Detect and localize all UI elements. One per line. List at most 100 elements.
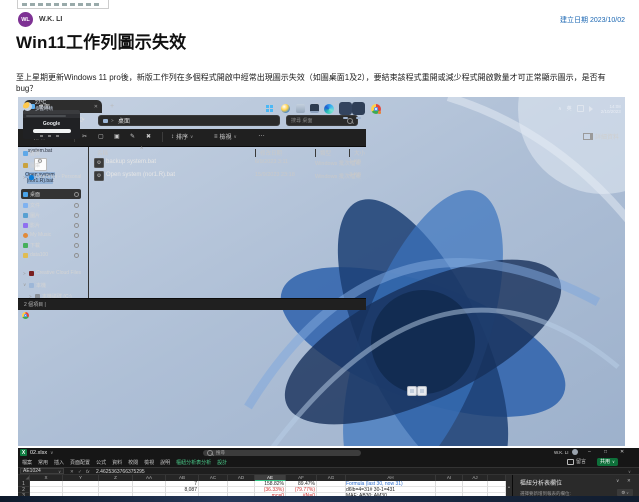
column-header-size[interactable]: 大小 xyxy=(349,149,365,157)
tab-pivottable-analyze[interactable]: 樞紐分析表分析 xyxy=(176,459,211,466)
view-button[interactable]: ≡ 檢視 ∨ xyxy=(214,132,238,142)
blank-app-icon[interactable] xyxy=(352,102,365,115)
tab-formulas[interactable]: 公式 xyxy=(96,459,106,466)
column-header-type[interactable]: 類型 xyxy=(315,149,331,157)
task-view-button[interactable] xyxy=(294,102,307,115)
excel-search-box[interactable]: 搜尋 xyxy=(203,449,361,456)
post-author[interactable]: W.K. LI xyxy=(39,16,62,23)
desktop-icon xyxy=(23,191,28,197)
comments-button[interactable]: 留言 xyxy=(567,458,586,465)
close-button[interactable]: ✕ xyxy=(620,449,624,455)
workbook-name[interactable]: 02.xlsx xyxy=(30,450,47,456)
sidebar-item-my-music[interactable]: My Music xyxy=(21,230,81,240)
file-explorer-button[interactable] xyxy=(308,102,321,115)
screenshot-excel-2[interactable]: X 02.xlsx ∨ 搜尋 W.K. LI – □ ✕ 檔案 常用 插入 頁面… xyxy=(18,448,639,502)
network-icon[interactable] xyxy=(576,105,584,112)
search-button[interactable] xyxy=(279,102,292,115)
cancel-icon[interactable]: ✕ xyxy=(70,469,74,475)
enter-icon[interactable]: ✓ xyxy=(78,469,82,475)
excel-icon: X xyxy=(20,449,27,456)
page-title: Win11工作列圖示失效 xyxy=(16,33,187,52)
fx-icon[interactable]: fx xyxy=(86,469,90,474)
sort-button[interactable]: ↕ 排序 ∨ xyxy=(171,132,194,142)
chevron-right-icon: > xyxy=(111,118,114,123)
more-options-button[interactable]: … xyxy=(258,131,265,138)
blank-app-icon[interactable] xyxy=(339,102,352,115)
excel-titlebar-left: X 02.xlsx ∨ xyxy=(20,449,53,456)
sidebar-item-data100[interactable]: data100 xyxy=(21,250,81,260)
bottom-clipped-strip xyxy=(0,496,639,502)
sidebar-item-this-pc[interactable]: ∨ 本機 xyxy=(21,280,81,290)
tab-help[interactable]: 說明 xyxy=(160,459,170,466)
sidebar-item-desktop[interactable]: 桌面 xyxy=(21,189,81,199)
screenshot-desktop-1[interactable]: ♻ 資源回收筒 ⚙ backup system.bat ⚙ Open syste… xyxy=(18,97,625,446)
tab-insert[interactable]: 插入 xyxy=(54,459,64,466)
sidebar-item-onedrive[interactable]: > OneDrive - Personal xyxy=(21,172,81,182)
panel-collapse-icon[interactable]: ∨ xyxy=(616,478,619,484)
cut-icon[interactable]: ✂ xyxy=(82,133,87,140)
minimize-button[interactable]: – xyxy=(588,449,591,455)
account-name[interactable]: W.K. LI xyxy=(554,450,569,455)
avatar[interactable]: WL xyxy=(18,12,33,27)
name-box[interactable]: AE1024 ∨ xyxy=(20,468,64,474)
tab-data[interactable]: 資料 xyxy=(112,459,122,466)
table-row[interactable]: ⚙ backup system.bat 6/9/2023 3:11 Window… xyxy=(94,157,362,169)
rename-icon[interactable]: ✎ xyxy=(130,133,135,140)
scroll-up-icon[interactable]: ▲ xyxy=(507,485,510,489)
sidebar-item-videos[interactable]: 影片 xyxy=(21,220,81,230)
sidebar-item-downloads[interactable]: 下載 xyxy=(21,240,81,250)
maximize-button[interactable]: □ xyxy=(604,449,607,455)
running-indicator xyxy=(356,116,361,119)
chevron-down-icon: ∨ xyxy=(58,468,61,474)
column-header-date[interactable]: 修改日期 xyxy=(255,149,282,157)
pin-icon xyxy=(74,213,79,218)
home-icon xyxy=(23,150,28,156)
column-header-name[interactable]: 名稱 xyxy=(97,149,108,157)
edge-button[interactable] xyxy=(322,102,335,115)
sidebar-item-home[interactable]: 首頁 xyxy=(21,148,81,158)
sidebar-item-documents[interactable]: 文件 xyxy=(21,200,81,210)
chrome-button[interactable] xyxy=(369,102,382,115)
tab-design[interactable]: 設計 xyxy=(217,459,227,466)
address-bar[interactable]: > 桌面 xyxy=(98,115,280,126)
start-button[interactable] xyxy=(263,102,276,115)
view-icon: ≡ xyxy=(214,133,218,140)
status-bar: 2 個項目 | xyxy=(18,298,366,310)
tab-home[interactable]: 常用 xyxy=(38,459,48,466)
sort-ascending-icon: ∧ xyxy=(140,145,144,150)
music-icon xyxy=(23,232,28,238)
excel-titlebar-right: W.K. LI xyxy=(554,449,578,455)
avatar[interactable] xyxy=(571,449,578,455)
delete-icon[interactable]: ✖ xyxy=(146,133,151,140)
ime-indicator[interactable]: 英 xyxy=(567,105,572,112)
copy-icon[interactable]: ▢ xyxy=(98,133,104,140)
tab-review[interactable]: 校閱 xyxy=(128,459,138,466)
system-tray[interactable]: ∧ 英 14:08 2/10/2023 xyxy=(558,97,625,120)
post-date: 建立日期 2023/10/02 xyxy=(560,17,625,24)
sidebar-item-creative-cloud[interactable]: > Creative Cloud Files xyxy=(21,268,81,278)
new-tab-button[interactable]: + xyxy=(110,103,114,110)
weather-widget[interactable]: 27°C 多雲時晴 xyxy=(23,100,53,112)
video-icon xyxy=(23,222,28,228)
chevron-down-icon: ∨ xyxy=(23,282,27,287)
comment-icon xyxy=(567,458,574,465)
chevron-right-icon: > xyxy=(23,270,26,276)
clock[interactable]: 14:08 2/10/2023 xyxy=(601,104,621,114)
sidebar-item-gallery[interactable]: 圖庫 xyxy=(21,160,81,170)
share-button[interactable]: 共用 ∨ xyxy=(597,457,618,466)
paste-icon[interactable]: ▣ xyxy=(114,133,120,140)
chevron-down-icon: ∨ xyxy=(612,459,615,464)
sidebar-item-pictures[interactable]: 圖片 xyxy=(21,210,81,220)
tab-close-icon[interactable]: ✕ xyxy=(94,104,98,110)
tab-view[interactable]: 檢視 xyxy=(144,459,154,466)
panel-close-icon[interactable]: ✕ xyxy=(627,478,631,484)
fields-options-button[interactable]: ⚙ ∨ xyxy=(617,489,633,496)
tray-chevron-icon[interactable]: ∧ xyxy=(558,106,562,112)
tab-file[interactable]: 檔案 xyxy=(22,459,32,466)
table-row[interactable]: ⚙ Open system (nor1.R).bat 15/9/2023 23:… xyxy=(94,170,362,182)
formula-input[interactable]: 2.4625363766375295 xyxy=(96,469,145,475)
picture-icon xyxy=(23,212,28,218)
speaker-icon[interactable] xyxy=(588,105,596,112)
formula-bar-expand-icon[interactable]: ∨ xyxy=(628,469,631,474)
tab-page-layout[interactable]: 頁面配置 xyxy=(70,459,90,466)
